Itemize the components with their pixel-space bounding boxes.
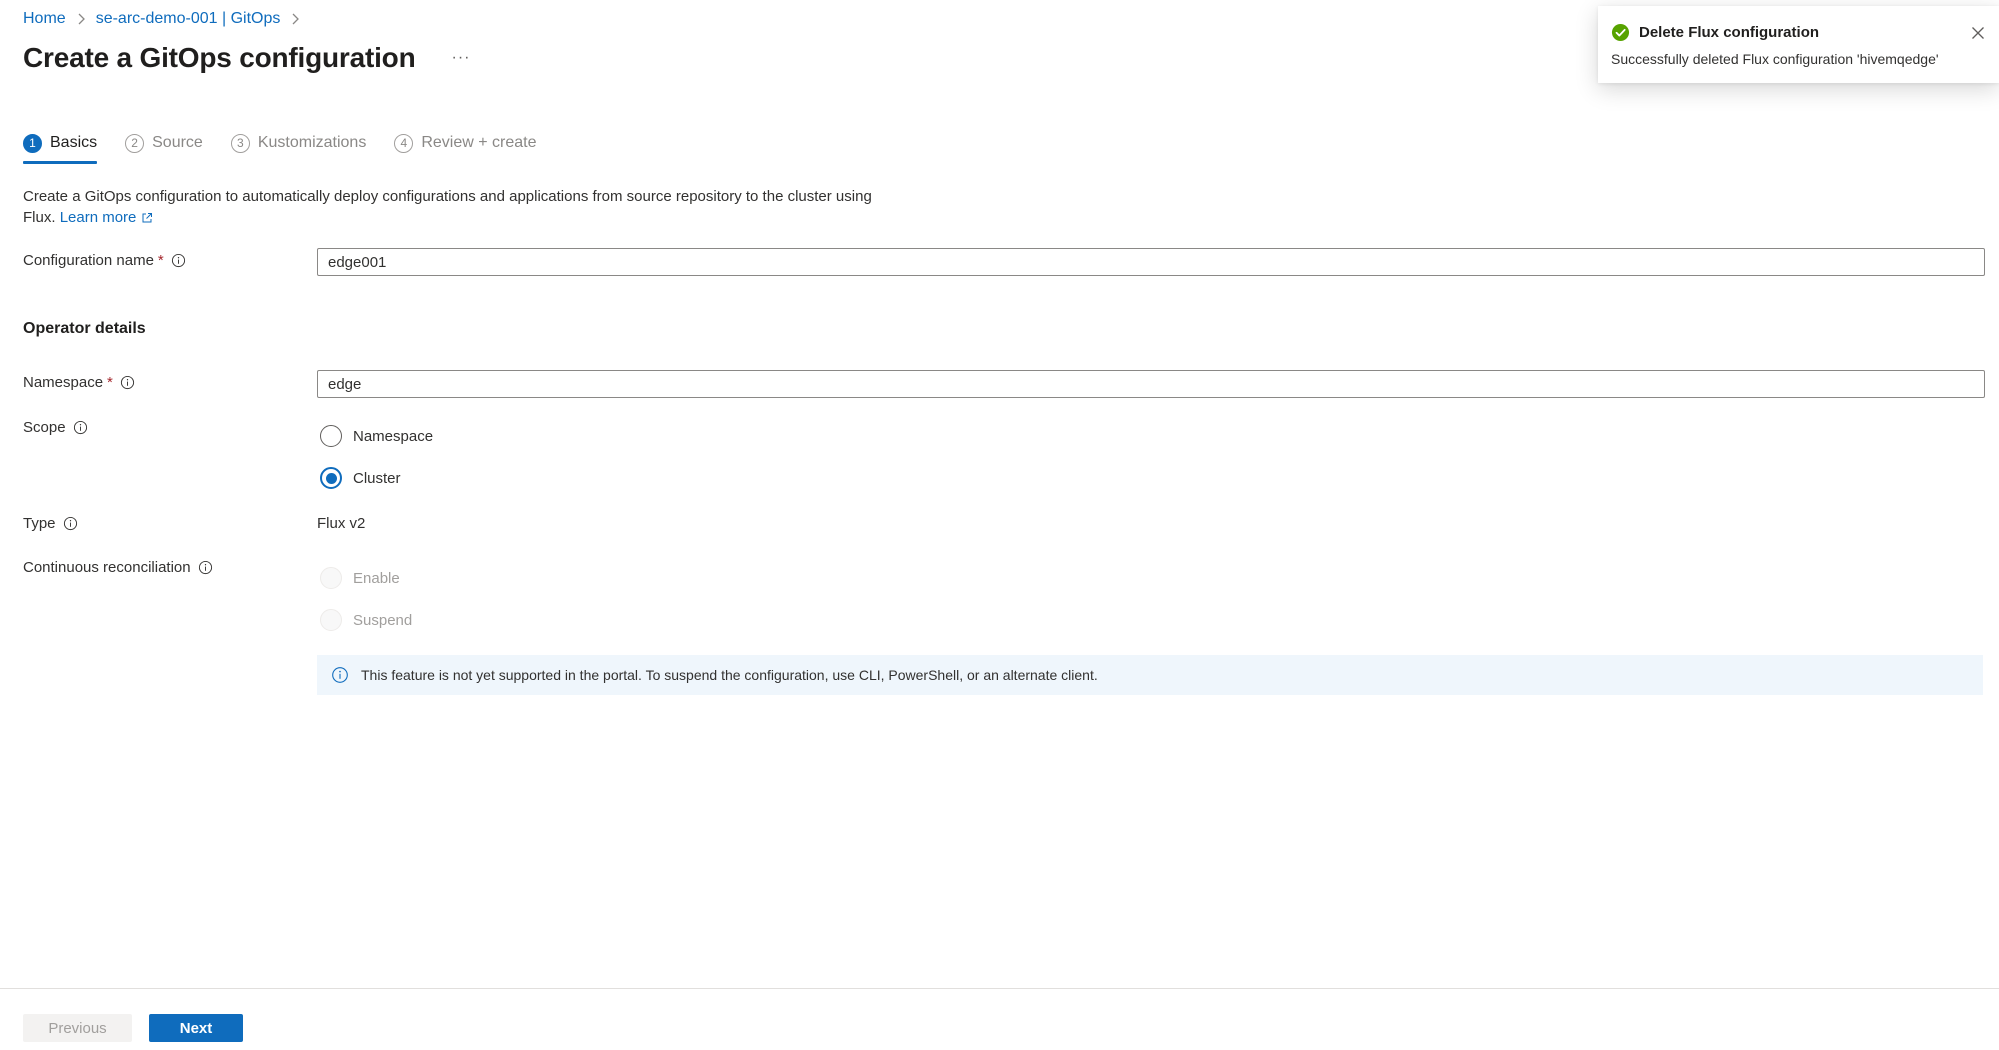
continuous-reconciliation-label: Continuous reconciliation bbox=[23, 559, 213, 576]
namespace-label-text: Namespace bbox=[23, 374, 104, 391]
learn-more-link[interactable]: Learn more bbox=[60, 207, 154, 228]
configuration-name-input[interactable] bbox=[317, 248, 1985, 276]
chevron-right-icon bbox=[76, 13, 86, 25]
continuous-reconciliation-label-text: Continuous reconciliation bbox=[23, 559, 191, 576]
configuration-name-label: Configuration name * bbox=[23, 252, 186, 269]
radio-disabled bbox=[320, 567, 342, 589]
page-title: Create a GitOps configuration bbox=[23, 42, 416, 73]
more-options-button[interactable]: ··· bbox=[445, 47, 476, 69]
radio-label: Cluster bbox=[353, 469, 401, 487]
step-number: 3 bbox=[230, 133, 250, 153]
page-description: Create a GitOps configuration to automat… bbox=[23, 186, 903, 228]
operator-details-heading: Operator details bbox=[23, 320, 146, 337]
toast-message: Successfully deleted Flux configuration … bbox=[1611, 51, 1939, 67]
radio-unchecked bbox=[320, 425, 342, 447]
radio-disabled bbox=[320, 609, 342, 631]
breadcrumb: Home se-arc-demo-001 | GitOps bbox=[23, 10, 310, 28]
title-row: Create a GitOps configuration ··· bbox=[23, 42, 476, 74]
radio-label: Suspend bbox=[353, 611, 413, 629]
close-icon[interactable] bbox=[1967, 22, 1989, 44]
scope-label: Scope bbox=[23, 419, 88, 436]
notification-toast: Delete Flux configuration Successfully d… bbox=[1598, 6, 1999, 83]
namespace-label: Namespace * bbox=[23, 374, 135, 391]
tab-label: Review + create bbox=[421, 134, 537, 151]
radio-checked bbox=[320, 467, 342, 489]
info-icon[interactable] bbox=[171, 253, 186, 268]
wizard-footer: Previous Next bbox=[0, 988, 1999, 1050]
breadcrumb-gitops-link[interactable]: se-arc-demo-001 | GitOps bbox=[96, 10, 281, 28]
tab-source[interactable]: 2 Source bbox=[125, 126, 203, 160]
tab-review-create[interactable]: 4 Review + create bbox=[394, 126, 537, 160]
toast-title: Delete Flux configuration bbox=[1639, 24, 1820, 41]
external-link-icon bbox=[142, 212, 153, 222]
type-label-text: Type bbox=[23, 515, 56, 532]
info-icon[interactable] bbox=[120, 375, 135, 390]
scope-radio-cluster[interactable]: Cluster bbox=[320, 467, 401, 489]
tab-label: Basics bbox=[50, 134, 98, 151]
type-label: Type bbox=[23, 515, 78, 532]
info-icon[interactable] bbox=[73, 420, 88, 435]
configuration-name-label-text: Configuration name bbox=[23, 252, 154, 269]
info-icon[interactable] bbox=[63, 516, 78, 531]
learn-more-label: Learn more bbox=[59, 209, 137, 226]
reconciliation-radio-enable: Enable bbox=[320, 567, 400, 589]
chevron-right-icon bbox=[290, 13, 300, 25]
reconciliation-radio-suspend: Suspend bbox=[320, 609, 412, 631]
scope-label-text: Scope bbox=[23, 419, 66, 436]
step-number: 2 bbox=[125, 133, 145, 153]
breadcrumb-home-link[interactable]: Home bbox=[23, 10, 66, 28]
toast-header: Delete Flux configuration bbox=[1611, 23, 1986, 42]
tab-label: Kustomizations bbox=[257, 134, 367, 151]
step-number: 4 bbox=[394, 133, 414, 153]
namespace-input[interactable] bbox=[317, 370, 1985, 398]
type-value: Flux v2 bbox=[317, 515, 366, 532]
info-icon bbox=[332, 667, 348, 683]
tab-kustomizations[interactable]: 3 Kustomizations bbox=[230, 126, 367, 160]
required-marker: * bbox=[157, 252, 164, 269]
radio-label: Namespace bbox=[353, 427, 434, 445]
required-marker: * bbox=[107, 374, 113, 391]
success-check-icon bbox=[1611, 23, 1630, 42]
wizard-tabs: 1 Basics 2 Source 3 Kustomizations 4 Rev… bbox=[23, 126, 565, 164]
scope-radio-namespace[interactable]: Namespace bbox=[320, 425, 433, 447]
info-message-bar: This feature is not yet supported in the… bbox=[317, 655, 1983, 695]
previous-button[interactable]: Previous bbox=[23, 1014, 132, 1042]
radio-label: Enable bbox=[353, 569, 400, 587]
tab-label: Source bbox=[152, 134, 203, 151]
tab-basics[interactable]: 1 Basics bbox=[23, 126, 98, 164]
info-message-text: This feature is not yet supported in the… bbox=[361, 667, 1098, 683]
step-number: 1 bbox=[23, 133, 42, 153]
info-icon[interactable] bbox=[198, 560, 213, 575]
next-button[interactable]: Next bbox=[149, 1014, 243, 1042]
